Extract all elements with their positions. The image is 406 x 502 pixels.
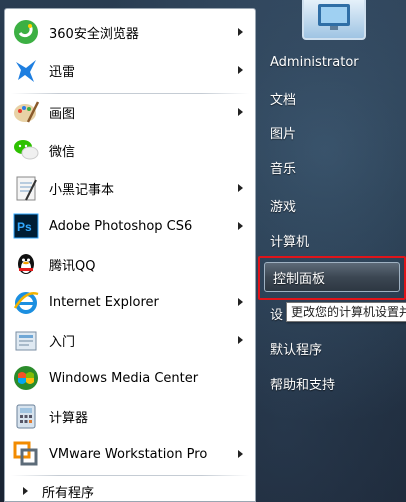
right-item-label: 帮助和支持 bbox=[270, 377, 336, 393]
program-label: 小黑记事本 bbox=[49, 182, 115, 198]
program-label: Internet Explorer bbox=[49, 294, 159, 310]
right-item-label: 计算机 bbox=[270, 234, 310, 250]
wechat-icon bbox=[11, 135, 41, 165]
program-label: Adobe Photoshop CS6 bbox=[49, 218, 193, 234]
submenu-arrow-icon bbox=[238, 298, 243, 306]
getting-started-icon bbox=[11, 325, 41, 355]
ie-icon bbox=[11, 287, 41, 317]
right-item-pictures[interactable]: 图片 bbox=[262, 117, 402, 147]
vmware-icon bbox=[11, 439, 41, 469]
program-vmware[interactable]: VMware Workstation Pro bbox=[5, 435, 255, 473]
all-programs-label: 所有程序 bbox=[42, 485, 95, 501]
divider bbox=[11, 475, 249, 476]
right-item-label: Administrator bbox=[270, 54, 359, 70]
right-item-help[interactable]: 帮助和支持 bbox=[262, 368, 402, 398]
photoshop-icon: Ps bbox=[11, 211, 41, 241]
right-item-label: 文档 bbox=[270, 92, 297, 108]
right-item-documents[interactable]: 文档 bbox=[262, 83, 402, 113]
right-item-label: 默认程序 bbox=[270, 342, 323, 358]
right-item-label: 音乐 bbox=[270, 161, 297, 177]
submenu-arrow-icon bbox=[238, 184, 243, 192]
program-360-browser[interactable]: 360安全浏览器 bbox=[5, 13, 255, 51]
media-center-icon bbox=[11, 363, 41, 393]
360-browser-icon bbox=[11, 17, 41, 47]
submenu-arrow-icon bbox=[238, 450, 243, 458]
submenu-arrow-icon bbox=[238, 28, 243, 36]
program-label: 入门 bbox=[49, 334, 76, 350]
right-item-default-programs[interactable]: 默认程序 bbox=[262, 333, 402, 363]
program-label: 腾讯QQ bbox=[49, 258, 96, 274]
right-item-administrator[interactable]: Administrator bbox=[262, 47, 402, 77]
highlight-annotation-box bbox=[258, 256, 406, 300]
right-item-label: 游戏 bbox=[270, 199, 297, 215]
program-notepad[interactable]: 小黑记事本 bbox=[5, 169, 255, 207]
right-item-label: 设 bbox=[270, 307, 284, 323]
right-item-computer[interactable]: 计算机 bbox=[262, 225, 402, 255]
program-ie[interactable]: Internet Explorer bbox=[5, 283, 255, 321]
control-panel-tooltip: 更改您的计算机设置并 bbox=[286, 302, 406, 322]
program-getting-started[interactable]: 入门 bbox=[5, 321, 255, 359]
program-label: 迅雷 bbox=[49, 64, 76, 80]
xunlei-icon bbox=[11, 55, 41, 85]
submenu-arrow-icon bbox=[238, 108, 243, 116]
submenu-arrow-icon bbox=[238, 222, 243, 230]
submenu-arrow-icon bbox=[238, 336, 243, 344]
all-programs-button[interactable]: 所有程序 bbox=[5, 481, 255, 501]
program-calculator[interactable]: 计算器 bbox=[5, 397, 255, 435]
right-item-music[interactable]: 音乐 bbox=[262, 152, 402, 182]
program-media-center[interactable]: Windows Media Center bbox=[5, 359, 255, 397]
notepad-icon bbox=[11, 173, 41, 203]
program-qq[interactable]: 腾讯QQ bbox=[5, 245, 255, 283]
user-avatar[interactable] bbox=[302, 0, 366, 40]
program-label: 360安全浏览器 bbox=[49, 26, 139, 42]
program-paint[interactable]: 画图 bbox=[5, 93, 255, 131]
program-xunlei[interactable]: 迅雷 bbox=[5, 51, 255, 89]
photoshop-icon-text: Ps bbox=[17, 220, 32, 234]
program-label: 画图 bbox=[49, 106, 76, 122]
right-item-label: 图片 bbox=[270, 126, 297, 142]
program-label: Windows Media Center bbox=[49, 370, 199, 386]
submenu-arrow-icon bbox=[238, 66, 243, 74]
program-photoshop[interactable]: Ps Adobe Photoshop CS6 bbox=[5, 207, 255, 245]
expand-arrow-icon bbox=[23, 487, 28, 495]
program-wechat[interactable]: 微信 bbox=[5, 131, 255, 169]
calculator-icon bbox=[11, 401, 41, 431]
program-label: 计算器 bbox=[49, 410, 89, 426]
program-label: VMware Workstation Pro bbox=[49, 446, 208, 462]
paint-icon bbox=[11, 97, 41, 127]
qq-icon bbox=[11, 249, 41, 279]
programs-pane: 360安全浏览器 迅雷 画图 微信 小黑记事本 Ps Adobe Photosh… bbox=[4, 8, 256, 502]
program-label: 微信 bbox=[49, 144, 76, 160]
right-item-games[interactable]: 游戏 bbox=[262, 190, 402, 220]
